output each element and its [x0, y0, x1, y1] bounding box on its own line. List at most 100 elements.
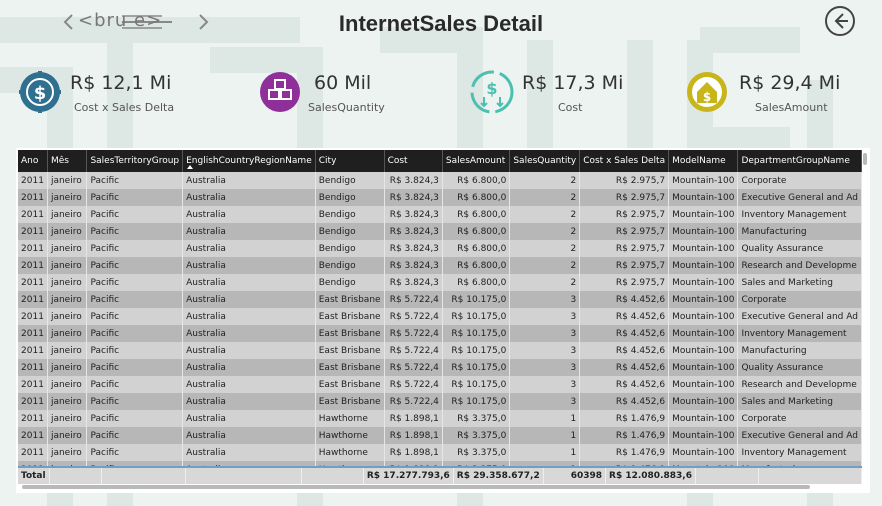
- table-cell: R$ 10.175,0: [442, 342, 511, 359]
- table-cell: R$ 1.898,1: [384, 427, 443, 444]
- table-row[interactable]: 2011janeiroPacificAustraliaHawthorneR$ 1…: [18, 410, 862, 427]
- table-cell: 1: [509, 444, 581, 461]
- money-flow-icon: $: [470, 70, 514, 114]
- table-cell: R$ 5.722,4: [384, 342, 443, 359]
- table-cell: 2011: [18, 410, 48, 427]
- table-cell: Australia: [182, 291, 316, 308]
- table-cell: East Brisbane: [315, 342, 385, 359]
- table-cell: R$ 3.824,3: [384, 189, 443, 206]
- data-table: Ano Mês SalesTerritoryGroup EnglishCountryR…: [18, 150, 862, 478]
- table-cell: R$ 1.476,9: [579, 427, 670, 444]
- table-cell: R$ 3.824,3: [384, 274, 443, 291]
- total-cell: R$ 17.277.793,6: [363, 468, 454, 484]
- column-header[interactable]: Ano: [18, 150, 48, 172]
- table-row[interactable]: 2011 janeiro Pacific Australia Bendigo R$ 3.8…: [18, 240, 862, 257]
- table-cell: 2011: [18, 206, 48, 223]
- column-header[interactable]: Cost: [384, 150, 443, 172]
- table-cell: R$ 10.175,0: [442, 291, 511, 308]
- table-cell: janeiro: [47, 325, 88, 342]
- back-button[interactable]: [824, 5, 856, 37]
- table-cell: R$ 10.175,0: [442, 359, 511, 376]
- vertical-scrollbar[interactable]: [862, 150, 868, 483]
- sales-detail-table: Ano Mês SalesTerritoryGroup EnglishCountryR…: [16, 148, 870, 493]
- table-cell: R$ 1.476,9: [579, 410, 670, 427]
- table-cell: janeiro: [47, 359, 88, 376]
- table-row[interactable]: 2011 janeiro Pacific Australia East Brisbane…: [18, 342, 862, 359]
- table-cell: R$ 5.722,4: [384, 308, 443, 325]
- table-cell: Mountain-100: [668, 172, 739, 189]
- table-cell: R$ 2.975,7: [579, 274, 670, 291]
- table-cell: 2: [509, 240, 581, 257]
- table-row[interactable]: 2011 janeiro Pacific Australia East Brisbane…: [18, 359, 862, 376]
- table-cell: R$ 4.452,6: [579, 291, 670, 308]
- table-cell: 2011: [18, 257, 48, 274]
- table-cell: Pacific: [86, 376, 184, 393]
- column-header[interactable]: SalesAmount: [442, 150, 511, 172]
- table-header-row: Ano Mês SalesTerritoryGroup EnglishCountryR…: [18, 150, 862, 172]
- table-cell: Corporate: [737, 291, 862, 308]
- vertical-scrollbar-thumb[interactable]: [863, 153, 867, 165]
- column-header[interactable]: SalesTerritoryGroup: [86, 150, 184, 172]
- table-row[interactable]: 2011 janeiro Pacific Australia Bendigo R$ 3.8…: [18, 274, 862, 291]
- column-header[interactable]: EnglishCountryRegionName: [182, 150, 316, 172]
- table-body-viewport[interactable]: Ano Mês SalesTerritoryGroup EnglishCountryR…: [18, 150, 862, 483]
- table-cell: Corporate: [737, 172, 862, 189]
- table-cell: R$ 3.375,0: [442, 444, 511, 461]
- table-row[interactable]: 2011 janeiro Pacific Australia East Brisbane…: [18, 308, 862, 325]
- table-row[interactable]: 2011 janeiro Pacific Australia Bendigo R$ 3.8…: [18, 172, 862, 189]
- table-cell: janeiro: [47, 410, 88, 427]
- table-cell: janeiro: [47, 342, 88, 359]
- column-header[interactable]: City: [315, 150, 385, 172]
- table-cell: janeiro: [47, 223, 88, 240]
- table-cell: R$ 5.722,4: [384, 393, 443, 410]
- table-cell: Executive General and Ad: [737, 189, 862, 206]
- table-cell: Inventory Management: [737, 325, 862, 342]
- table-cell: Executive General and Ad: [737, 308, 862, 325]
- table-row[interactable]: 2011janeiroPacificAustraliaHawthorneR$ 1…: [18, 427, 862, 444]
- table-row[interactable]: 2011 janeiro Pacific Australia East Brisbane…: [18, 393, 862, 410]
- table-cell: Bendigo: [315, 240, 385, 257]
- table-cell: janeiro: [47, 376, 88, 393]
- table-row[interactable]: 2011 janeiro Pacific Australia East Brisbane…: [18, 291, 862, 308]
- table-row[interactable]: 2011 janeiro Pacific Australia Bendigo R$ 3.8…: [18, 257, 862, 274]
- kpi-value: R$ 29,4 Mi: [739, 72, 841, 94]
- column-header[interactable]: Mês: [47, 150, 88, 172]
- table-cell: 2011: [18, 376, 48, 393]
- dollar-house-icon: $: [687, 72, 727, 112]
- kpi-sales-amount: $ R$ 29,4 Mi SalesAmount: [685, 70, 865, 120]
- table-cell: Pacific: [86, 308, 184, 325]
- table-cell: R$ 3.824,3: [384, 240, 443, 257]
- table-cell: R$ 2.975,7: [579, 223, 670, 240]
- table-cell: 2011: [18, 359, 48, 376]
- table-cell: janeiro: [47, 206, 88, 223]
- table-cell: R$ 5.722,4: [384, 376, 443, 393]
- table-cell: Quality Assurance: [737, 359, 862, 376]
- table-row[interactable]: 2011 janeiro Pacific Australia Bendigo R$ 3.8…: [18, 189, 862, 206]
- total-cell: [695, 468, 759, 484]
- table-cell: R$ 4.452,6: [579, 325, 670, 342]
- table-cell: R$ 6.800,0: [442, 240, 511, 257]
- column-header[interactable]: DepartmentGroupName: [737, 150, 862, 172]
- table-row[interactable]: 2011 janeiro Pacific Australia Bendigo R$ 3.8…: [18, 206, 862, 223]
- horizontal-scrollbar[interactable]: [18, 485, 862, 490]
- back-arrow-circle-icon: [825, 6, 855, 36]
- table-cell: R$ 4.452,6: [579, 393, 670, 410]
- table-row[interactable]: 2011 janeiro Pacific Australia East Brisbane…: [18, 376, 862, 393]
- column-header[interactable]: SalesQuantity: [509, 150, 581, 172]
- horizontal-scrollbar-thumb[interactable]: [22, 485, 810, 489]
- table-row[interactable]: 2011 janeiro Pacific Australia Bendigo R$ 3.8…: [18, 223, 862, 240]
- column-header[interactable]: ModelName: [668, 150, 739, 172]
- table-row[interactable]: 2011 janeiro Pacific Australia East Brisbane…: [18, 325, 862, 342]
- total-cell: [101, 468, 186, 484]
- total-cell: [185, 468, 302, 484]
- table-cell: R$ 6.800,0: [442, 172, 511, 189]
- table-cell: R$ 2.975,7: [579, 206, 670, 223]
- column-header[interactable]: Cost x Sales Delta: [579, 150, 670, 172]
- kpi-label: SalesQuantity: [308, 101, 385, 114]
- total-cell: 60398: [543, 468, 607, 484]
- table-cell: Mountain-100: [668, 291, 739, 308]
- table-total-row: Total R$ 17.277.793,6 R$ 29.358.677,2 60398…: [18, 466, 863, 484]
- table-row[interactable]: 2011janeiroPacificAustraliaHawthorneR$ 1…: [18, 444, 862, 461]
- table-cell: Manufacturing: [737, 342, 862, 359]
- total-label: Total: [18, 468, 50, 484]
